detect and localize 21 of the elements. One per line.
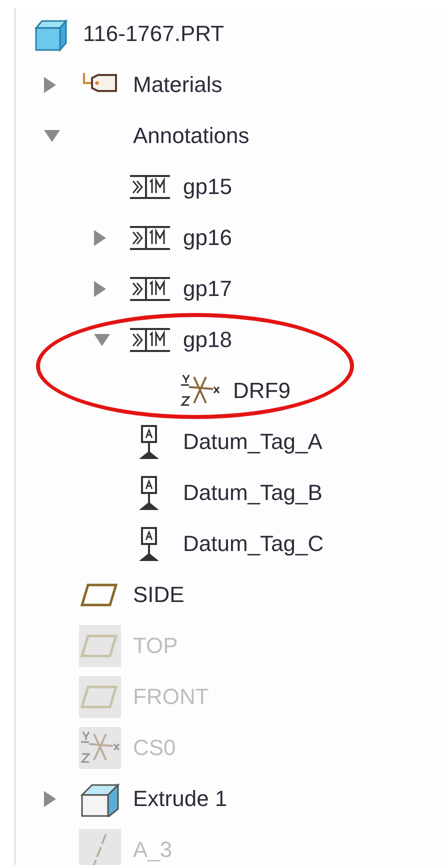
collapse-arrow-icon[interactable] <box>43 128 61 142</box>
tree-item-label[interactable]: 116-1767.PRT <box>83 20 224 46</box>
tree-item-label[interactable]: Materials <box>133 72 222 98</box>
tree-item-label[interactable]: DRF9 <box>233 378 290 404</box>
tree-item-label[interactable]: Datum_Tag_B <box>183 480 322 506</box>
expand-arrow-icon[interactable] <box>43 790 57 808</box>
tree-item-label[interactable]: SIDE <box>133 582 184 608</box>
tree-item-label[interactable]: gp18 <box>183 326 232 352</box>
box-icon <box>80 780 120 816</box>
collapse-arrow-icon[interactable] <box>93 332 111 346</box>
tree-item-label[interactable]: gp17 <box>183 276 232 302</box>
expand-arrow-icon[interactable] <box>43 76 57 94</box>
expand-arrow-icon[interactable] <box>93 280 107 298</box>
expand-arrow-icon[interactable] <box>93 228 107 246</box>
tree-item-label[interactable]: gp15 <box>183 174 232 200</box>
tree-item-label[interactable]: gp16 <box>183 224 232 250</box>
tree-item-label[interactable]: Annotations <box>133 122 250 148</box>
tree-item-label[interactable]: Extrude 1 <box>133 786 228 812</box>
tree-item-label[interactable]: Datum_Tag_C <box>183 530 324 556</box>
coordinate-axes-icon <box>180 372 220 408</box>
tree-item-label[interactable]: Datum_Tag_A <box>183 428 322 454</box>
